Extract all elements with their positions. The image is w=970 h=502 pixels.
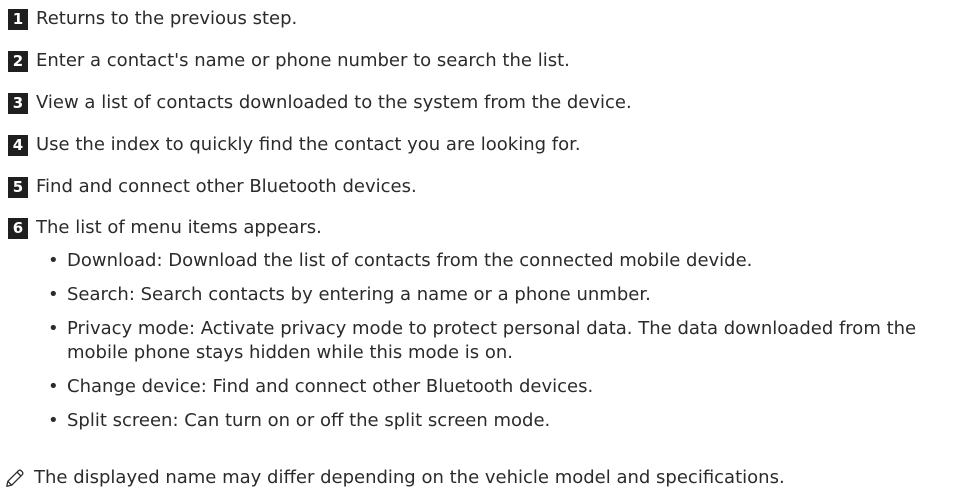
note-text: The displayed name may differ depending …: [34, 467, 785, 488]
step-number-badge: 6: [8, 217, 28, 239]
bullet-glyph: •: [48, 376, 59, 397]
step-5: 5 Find and connect other Bluetooth devic…: [8, 175, 417, 199]
step-6: 6 The list of menu items appears.: [8, 216, 322, 240]
step-1: 1 Returns to the previous step.: [8, 7, 297, 31]
pencil-icon: [6, 469, 24, 487]
step-text: View a list of contacts downloaded to th…: [36, 92, 632, 113]
step-number-badge: 3: [8, 92, 28, 114]
list-item-text: Download: Download the list of contacts …: [67, 250, 753, 271]
bullet-glyph: •: [48, 410, 59, 431]
list-item-split-screen: • Split screen: Can turn on or off the s…: [48, 409, 963, 433]
bullet-glyph: •: [48, 318, 59, 339]
bullet-glyph: •: [48, 250, 59, 271]
list-item-text: Privacy mode: Activate privacy mode to p…: [67, 318, 917, 363]
step-text: Returns to the previous step.: [36, 8, 298, 29]
step-4: 4 Use the index to quickly find the cont…: [8, 133, 581, 157]
step-text: Use the index to quickly find the contac…: [36, 134, 581, 155]
list-item-change-device: • Change device: Find and connect other …: [48, 375, 963, 399]
bullet-glyph: •: [48, 284, 59, 305]
list-item-text: Search: Search contacts by entering a na…: [67, 284, 651, 305]
step-2: 2 Enter a contact's name or phone number…: [8, 49, 570, 73]
note: The displayed name may differ depending …: [4, 465, 785, 491]
step-number-badge: 4: [8, 134, 28, 156]
menu-items-list: • Download: Download the list of contact…: [48, 249, 963, 443]
step-text: Enter a contact's name or phone number t…: [36, 50, 570, 71]
list-item-privacy-mode: • Privacy mode: Activate privacy mode to…: [48, 317, 963, 365]
list-item-download: • Download: Download the list of contact…: [48, 249, 963, 273]
step-text: Find and connect other Bluetooth devices…: [36, 176, 417, 197]
list-item-text: Split screen: Can turn on or off the spl…: [67, 410, 551, 431]
step-text: The list of menu items appears.: [36, 217, 322, 238]
list-item-search: • Search: Search contacts by entering a …: [48, 283, 963, 307]
step-number-badge: 2: [8, 50, 28, 72]
list-item-text: Change device: Find and connect other Bl…: [67, 376, 594, 397]
step-number-badge: 5: [8, 176, 28, 198]
step-number-badge: 1: [8, 8, 28, 30]
document-page: 1 Returns to the previous step. 2 Enter …: [0, 0, 970, 502]
step-3: 3 View a list of contacts downloaded to …: [8, 91, 632, 115]
